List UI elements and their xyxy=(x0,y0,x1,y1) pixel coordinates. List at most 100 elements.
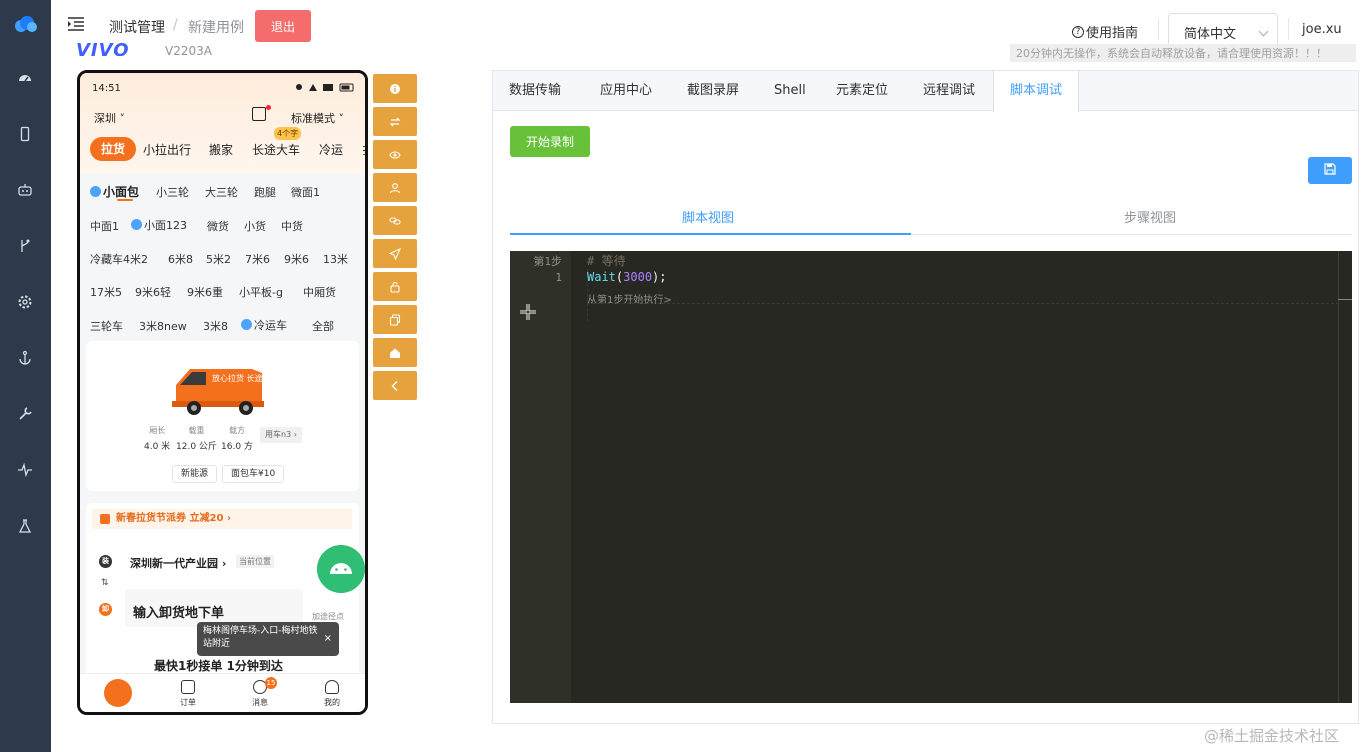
coupon-icon xyxy=(100,514,110,524)
vehicle-option[interactable]: 9米6重 xyxy=(187,284,223,300)
tab-data-transfer[interactable]: 数据传输 xyxy=(493,71,577,111)
link-button[interactable] xyxy=(373,206,417,235)
tab-screenshot[interactable]: 截图录屏 xyxy=(671,71,755,111)
vehicle-option[interactable]: 中货 xyxy=(281,218,303,234)
code-paren: ); xyxy=(652,270,667,284)
vehicle-option[interactable]: 微面1 xyxy=(291,184,320,200)
vehicle-option[interactable]: 小货 xyxy=(244,218,266,234)
close-icon[interactable]: × xyxy=(324,632,332,645)
dashboard-icon[interactable] xyxy=(15,68,35,88)
vehicle-option[interactable]: 大三轮 xyxy=(205,184,238,200)
home-tab-icon[interactable] xyxy=(104,679,132,707)
home-button[interactable] xyxy=(373,338,417,367)
vehicle-option[interactable]: 冷运车 xyxy=(241,317,287,333)
device-info-button[interactable] xyxy=(373,74,417,103)
filter-pill[interactable]: 面包车¥10 xyxy=(222,465,285,483)
category-tab[interactable]: 搬家 xyxy=(209,141,233,158)
line-number: 1 xyxy=(555,271,562,284)
account-button[interactable] xyxy=(373,173,417,202)
category-tab[interactable]: 冷运 xyxy=(319,141,343,158)
vehicle-option[interactable]: 3米8new xyxy=(139,318,187,334)
gear-icon[interactable] xyxy=(15,292,35,312)
android-icon[interactable] xyxy=(317,545,365,593)
vehicle-option[interactable]: 6米8 xyxy=(168,251,193,267)
tab-script-debug[interactable]: 脚本调试 xyxy=(993,71,1080,112)
crosshair-cursor-icon xyxy=(520,304,536,320)
app: 测试管理 / 新建用例 退出 ? 使用指南 简体中文 joe.xu VIVO V… xyxy=(0,0,1370,752)
promo-banner[interactable]: 新春拉货节派券 立减20 › xyxy=(92,509,352,529)
unlock-button[interactable] xyxy=(373,272,417,301)
order-tab-icon[interactable] xyxy=(181,680,195,694)
anchor-icon[interactable] xyxy=(15,348,35,368)
cloud-logo-icon[interactable] xyxy=(12,14,38,34)
category-tab[interactable]: 长途大车 xyxy=(252,141,300,158)
vehicle-option[interactable]: 5米2 xyxy=(206,251,231,267)
city-selector[interactable]: 深圳 ˅ xyxy=(94,110,125,126)
menu-toggle-icon[interactable] xyxy=(67,16,85,32)
use-car-button[interactable]: 用车n3 › xyxy=(260,427,302,443)
code-number: 3000 xyxy=(623,270,653,284)
tab-messages[interactable]: 消息 xyxy=(245,697,275,708)
vehicle-option[interactable]: 跑腿 xyxy=(254,184,276,200)
profile-tab-icon[interactable] xyxy=(325,680,339,694)
exit-button[interactable]: 退出 xyxy=(255,10,311,42)
vehicle-option[interactable]: 三轮车 xyxy=(90,318,123,334)
tab-remote-debug[interactable]: 远程调试 xyxy=(907,71,991,111)
vehicle-option[interactable]: 13米 xyxy=(323,251,348,267)
tab-script-view[interactable]: 脚本视图 xyxy=(682,207,734,226)
vehicle-option[interactable]: 微货 xyxy=(207,218,229,234)
save-button[interactable] xyxy=(1308,157,1352,184)
gift-icon[interactable] xyxy=(252,107,266,121)
vehicle-option[interactable]: 9米6 xyxy=(284,251,309,267)
breadcrumb-current: 新建用例 xyxy=(188,20,244,36)
branch-icon[interactable] xyxy=(15,236,35,256)
tab-element-locate[interactable]: 元素定位 xyxy=(820,71,904,111)
vehicle-option[interactable]: 中厢货 xyxy=(303,284,336,300)
editor-scrollbar[interactable] xyxy=(1338,251,1339,703)
eye-icon xyxy=(389,150,401,159)
tab-step-view[interactable]: 步骤视图 xyxy=(1124,207,1176,226)
category-tab-active[interactable]: 拉货 xyxy=(90,137,136,161)
flask-icon[interactable] xyxy=(15,516,35,536)
rotate-button[interactable] xyxy=(373,107,417,136)
vehicle-option[interactable]: 小三轮 xyxy=(156,184,189,200)
vehicle-option[interactable]: 中面1 xyxy=(90,218,119,234)
phone-icon[interactable] xyxy=(15,124,35,144)
tab-app-center[interactable]: 应用中心 xyxy=(584,71,668,111)
tab-shell[interactable]: Shell xyxy=(758,71,822,111)
from-address[interactable]: 深圳新一代产业园 › xyxy=(130,555,226,571)
copy-button[interactable] xyxy=(373,305,417,334)
vehicle-option[interactable]: 小面123 xyxy=(131,217,187,233)
idle-warning-banner: 20分钟内无操作，系统会自动释放设备，请合理使用资源！！！ xyxy=(1010,44,1356,62)
vehicle-option[interactable]: 3米8 xyxy=(203,318,228,334)
vehicle-option[interactable]: 全部 xyxy=(312,318,334,334)
wrench-icon[interactable] xyxy=(15,404,35,424)
pulse-icon[interactable] xyxy=(15,460,35,480)
back-button[interactable] xyxy=(373,371,417,400)
category-tab[interactable]: 小拉出行 xyxy=(143,141,191,158)
swap-icon[interactable]: ⇅ xyxy=(101,578,109,588)
vehicle-option[interactable]: 冷藏车4米2 xyxy=(90,251,148,267)
add-stop-button[interactable]: 加途径点 xyxy=(312,611,344,622)
tab-orders[interactable]: 订单 xyxy=(173,697,203,708)
start-recording-button[interactable]: 开始录制 xyxy=(510,126,590,157)
tools-panel: 数据传输 应用中心 截图录屏 Shell 元素定位 远程调试 脚本调试 开始录制… xyxy=(492,70,1359,724)
filter-pill[interactable]: 新能源 xyxy=(172,465,218,483)
vehicle-option[interactable]: 小平板-g xyxy=(239,284,283,300)
help-guide-link[interactable]: ? 使用指南 xyxy=(1072,22,1138,41)
vehicle-option[interactable]: 9米6轻 xyxy=(135,284,171,300)
category-tab[interactable]: 扌 xyxy=(362,141,365,158)
header-divider xyxy=(1158,18,1159,40)
mode-selector[interactable]: 标准模式 ˅ xyxy=(291,110,344,126)
device-screen[interactable]: 14:51 深圳 ˅ 标准模式 ˅ 4个字 拉货 小拉出行 搬家 长途大车 冷运… xyxy=(77,70,368,715)
view-button[interactable] xyxy=(373,140,417,169)
script-editor[interactable]: 第1步 1 # 等待 Wait(3000); 从第1步开始执行> xyxy=(510,251,1352,703)
vehicle-option[interactable]: 7米6 xyxy=(245,251,270,267)
vehicle-option[interactable]: 17米5 xyxy=(90,284,122,300)
user-name[interactable]: joe.xu xyxy=(1302,22,1342,37)
robot-icon[interactable] xyxy=(15,180,35,200)
tab-profile[interactable]: 我的 xyxy=(317,697,347,708)
vehicle-option-selected[interactable]: 小面包 xyxy=(90,183,139,200)
location-button[interactable] xyxy=(373,239,417,268)
breadcrumb-item[interactable]: 测试管理 xyxy=(109,17,165,37)
